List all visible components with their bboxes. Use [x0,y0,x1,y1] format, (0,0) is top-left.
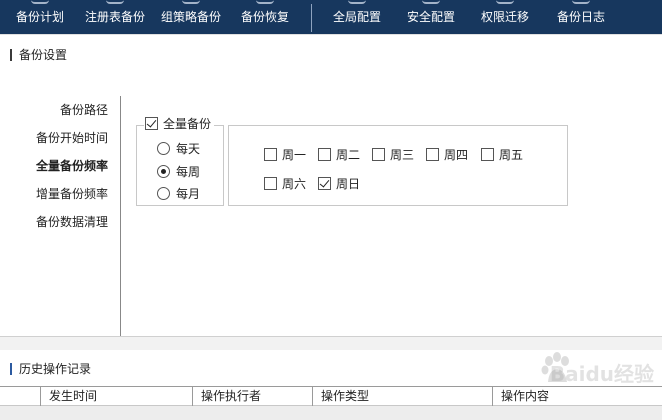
checkbox-unchecked-icon [481,148,494,161]
top-toolbar: 备份计划 注册表备份 组策略备份 备份恢复 全局配置 安全配置 权限迁移 备份日… [0,0,662,34]
day-label: 周四 [444,148,469,162]
checkbox-unchecked-icon [426,148,439,161]
radio-selected-icon [157,165,170,178]
day-label: 周五 [499,148,524,162]
full-backup-label: 全量备份 [163,117,212,131]
panel-splitter[interactable] [0,336,662,350]
checkbox-checked-icon [318,177,331,190]
checkbox-friday[interactable]: 周五 [481,146,523,163]
radio-monthly[interactable]: 每月 [157,185,200,202]
full-backup-checkbox[interactable]: 全量备份 [144,115,215,132]
toolbar-permission-migration[interactable]: 权限迁移 [470,0,540,34]
toolbar-backup-log[interactable]: 备份日志 [546,0,616,34]
radio-daily[interactable]: 每天 [157,140,200,157]
radio-label: 每月 [176,187,201,201]
toolbar-global-config[interactable]: 全局配置 [322,0,392,34]
history-title: 历史操作记录 [19,362,92,376]
toolbar-icon [422,0,440,4]
checkbox-unchecked-icon [318,148,331,161]
checkbox-thursday[interactable]: 周四 [426,146,468,163]
day-label: 周三 [390,148,415,162]
toolbar-icon [572,0,590,4]
radio-label: 每周 [176,165,201,179]
section-marker [10,48,12,61]
day-label: 周日 [336,177,361,191]
menu-item-backup-data-cleanup[interactable]: 备份数据清理 [36,213,108,230]
checkbox-checked-icon [145,117,158,130]
history-table-body [0,406,662,420]
checkbox-unchecked-icon [264,177,277,190]
column-header-operation-content[interactable]: 操作内容 [492,387,662,406]
menu-divider [120,96,121,336]
radio-unselected-icon [157,142,170,155]
checkbox-tuesday[interactable]: 周二 [318,146,360,163]
menu-item-backup-start-time[interactable]: 备份开始时间 [36,129,108,146]
day-label: 周一 [282,148,307,162]
day-label: 周二 [336,148,361,162]
toolbar-label: 组策略备份 [160,10,221,24]
menu-item-full-backup-frequency[interactable]: 全量备份频率 [36,157,108,174]
toolbar-separator [311,4,312,32]
toolbar-registry-backup[interactable]: 注册表备份 [78,0,152,34]
column-header-time[interactable]: 发生时间 [40,387,192,406]
toolbar-icon [106,0,124,4]
checkbox-wednesday[interactable]: 周三 [372,146,414,163]
radio-label: 每天 [176,142,201,156]
radio-unselected-icon [157,187,170,200]
checkbox-unchecked-icon [372,148,385,161]
checkbox-sunday[interactable]: 周日 [318,175,360,192]
section-marker [10,362,12,375]
settings-title: 备份设置 [19,48,68,62]
toolbar-label: 全局配置 [332,10,381,24]
column-header-operator[interactable]: 操作执行者 [192,387,312,406]
toolbar-group-policy-backup[interactable]: 组策略备份 [154,0,228,34]
toolbar-label: 注册表备份 [84,10,145,24]
toolbar-icon [496,0,514,4]
history-table-header: 发生时间 操作执行者 操作类型 操作内容 [0,386,662,406]
toolbar-icon [31,0,49,4]
checkbox-unchecked-icon [264,148,277,161]
settings-section-header: 备份设置 [0,46,662,63]
toolbar-backup-restore[interactable]: 备份恢复 [230,0,300,34]
menu-item-backup-path[interactable]: 备份路径 [60,101,108,118]
toolbar-label: 备份计划 [15,10,64,24]
toolbar-divider [0,34,662,35]
column-header-index[interactable] [0,387,40,406]
checkbox-saturday[interactable]: 周六 [264,175,306,192]
toolbar-label: 备份日志 [556,10,605,24]
toolbar-security-config[interactable]: 安全配置 [396,0,466,34]
toolbar-label: 安全配置 [406,10,455,24]
toolbar-icon [182,0,200,4]
column-header-operation-type[interactable]: 操作类型 [312,387,492,406]
toolbar-label: 权限迁移 [480,10,529,24]
radio-weekly[interactable]: 每周 [157,163,200,180]
weekday-group-box [228,125,568,206]
toolbar-label: 备份恢复 [240,10,289,24]
toolbar-backup-plan[interactable]: 备份计划 [4,0,76,34]
day-label: 周六 [282,177,307,191]
menu-item-incremental-backup-frequency[interactable]: 增量备份频率 [36,185,108,202]
checkbox-monday[interactable]: 周一 [264,146,306,163]
toolbar-icon [348,0,366,4]
toolbar-icon [256,0,274,4]
